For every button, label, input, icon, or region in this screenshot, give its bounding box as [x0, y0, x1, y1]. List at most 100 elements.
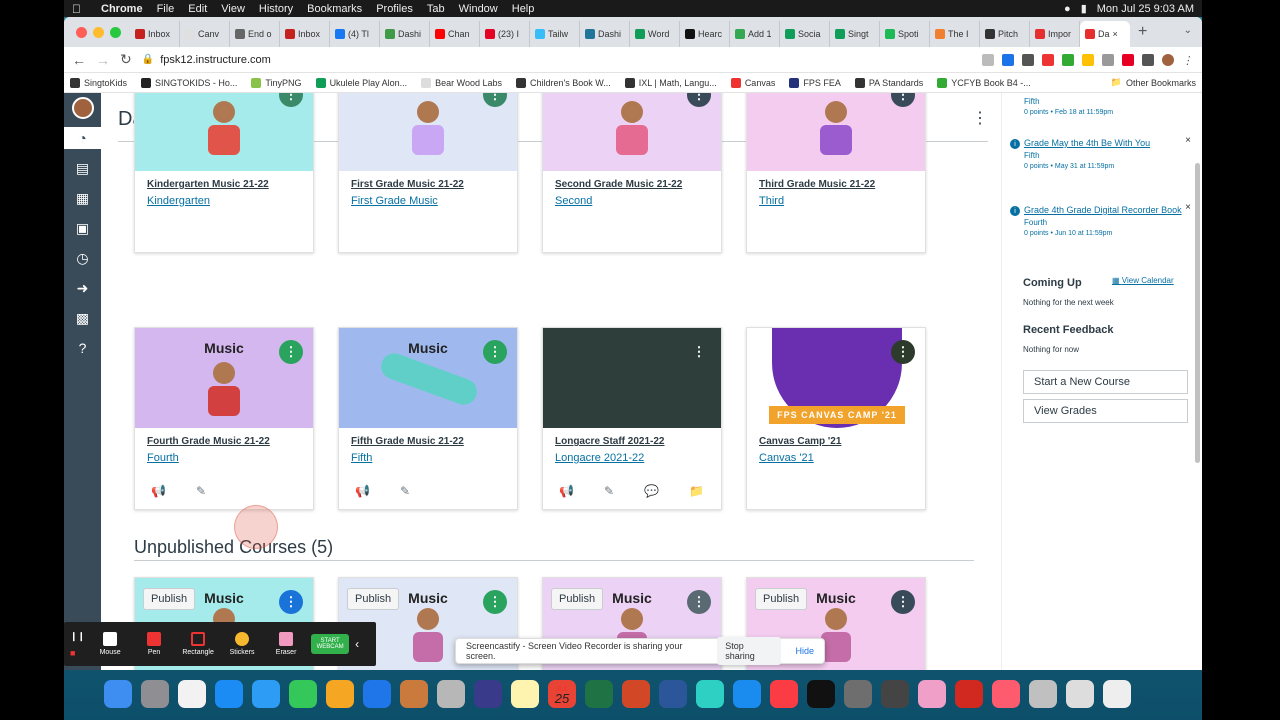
browser-tab[interactable]: Da × — [1080, 21, 1130, 47]
card-options-icon[interactable]: ⋮ — [687, 590, 711, 614]
pause-icon[interactable]: ❙❙ — [70, 631, 85, 642]
lock-icon[interactable]: 🔒 — [142, 54, 154, 65]
dismiss-icon[interactable]: × — [1185, 202, 1191, 213]
dock-app-icon[interactable] — [289, 680, 317, 708]
publish-button[interactable]: Publish — [347, 588, 400, 610]
dock-app-icon[interactable] — [1066, 680, 1094, 708]
dock-app-icon[interactable] — [474, 680, 502, 708]
course-term-link[interactable]: Kindergarten — [147, 195, 210, 207]
browser-tab[interactable]: Hearc — [680, 21, 730, 47]
calendar-icon[interactable]: ▦ — [64, 187, 101, 209]
course-card[interactable]: ⋮ First Grade Music 21-22 First Grade Musi… — [338, 93, 518, 253]
course-card[interactable]: Music ⋮ Fourth Grade Music 21-22 Fourth 📢 ✎ — [134, 327, 314, 510]
course-card[interactable]: ⋮ Second Grade Music 21-22 Second — [542, 93, 722, 253]
dock-app-icon[interactable] — [511, 680, 539, 708]
dock-app-icon[interactable] — [807, 680, 835, 708]
bookmark-item[interactable]: FPS FEA — [789, 77, 841, 88]
history-icon[interactable]: ◷ — [64, 247, 101, 269]
extension-icon[interactable] — [1102, 53, 1114, 66]
browser-tab[interactable]: Singt — [830, 21, 880, 47]
close-window-button[interactable] — [76, 27, 87, 38]
course-card-image[interactable]: FPS CANVAS CAMP '21 ⋮ — [747, 328, 925, 428]
stop-sharing-button[interactable]: Stop sharing — [717, 637, 782, 665]
course-term-link[interactable]: Third — [759, 195, 784, 207]
publish-button[interactable]: Publish — [755, 588, 808, 610]
bookmark-item[interactable]: SINGTOKIDS - Ho... — [141, 77, 237, 88]
card-options-icon[interactable]: ⋮ — [483, 340, 507, 364]
stickers-tool[interactable]: Stickers — [223, 632, 261, 656]
extension-icon[interactable] — [1042, 53, 1054, 66]
todo-item[interactable]: i × Grade May the 4th Be With You Fifth … — [1010, 135, 1191, 170]
course-name-link[interactable]: First Grade Music 21-22 — [351, 179, 464, 190]
browser-tab[interactable]: Inbox — [130, 21, 180, 47]
dock-app-icon[interactable] — [659, 680, 687, 708]
courses-icon[interactable]: ▤ — [64, 157, 101, 179]
browser-tab[interactable]: End o — [230, 21, 280, 47]
course-card-image[interactable]: Music ⋮ — [135, 328, 313, 428]
extension-icon[interactable] — [1122, 53, 1134, 66]
collapse-icon[interactable]: ‹ — [355, 637, 359, 651]
forward-icon[interactable]: → — [96, 52, 110, 68]
dock-app-icon[interactable] — [400, 680, 428, 708]
dock-app-icon[interactable] — [326, 680, 354, 708]
bookmark-item[interactable]: Children's Book W... — [516, 77, 611, 88]
tab-search-icon[interactable]: ⌄ — [1184, 25, 1192, 36]
extension-icon[interactable] — [1062, 53, 1074, 66]
minimize-window-button[interactable] — [93, 27, 104, 38]
card-options-icon[interactable]: ⋮ — [891, 590, 915, 614]
assignments-icon[interactable]: ✎ — [604, 484, 614, 498]
reload-icon[interactable]: ↻ — [120, 51, 132, 68]
bookmark-item[interactable]: YCFYB Book B4 -... — [937, 77, 1031, 88]
menu-view[interactable]: View — [221, 3, 245, 15]
dock-app-icon[interactable] — [696, 680, 724, 708]
files-icon[interactable]: 📁 — [689, 484, 704, 498]
menu-help[interactable]: Help — [512, 3, 535, 15]
dock-app-icon[interactable] — [955, 680, 983, 708]
bookmark-item[interactable]: SingtoKids — [70, 77, 127, 88]
wifi-icon[interactable]: ● — [1064, 3, 1071, 15]
browser-tab[interactable]: Socia — [780, 21, 830, 47]
course-card-image[interactable]: ⋮ — [747, 93, 925, 171]
browser-tab[interactable]: The I — [930, 21, 980, 47]
course-name-link[interactable]: Fifth Grade Music 21-22 — [351, 436, 464, 447]
card-options-icon[interactable]: ⋮ — [687, 93, 711, 107]
card-options-icon[interactable]: ⋮ — [279, 340, 303, 364]
bookmark-item[interactable]: PA Standards — [854, 77, 923, 88]
inbox-icon[interactable]: ▣ — [64, 217, 101, 239]
todo-item[interactable]: Fifth 0 points • Feb 18 at 11:59pm — [1024, 95, 1189, 116]
dock-app-icon[interactable] — [1103, 680, 1131, 708]
course-card[interactable]: Music ⋮ Fifth Grade Music 21-22 Fifth 📢 ✎ — [338, 327, 518, 510]
assignments-icon[interactable]: ✎ — [400, 484, 410, 498]
course-card[interactable]: FPS CANVAS CAMP '21 ⋮ Canvas Camp '21 Canva… — [746, 327, 926, 510]
announcements-icon[interactable]: 📢 — [151, 484, 166, 498]
course-term-link[interactable]: First Grade Music — [351, 195, 438, 207]
announcements-icon[interactable]: 📢 — [355, 484, 370, 498]
course-term-link[interactable]: Fourth — [147, 452, 179, 464]
assignments-icon[interactable]: ✎ — [196, 484, 206, 498]
course-card-image[interactable]: ⋮ — [339, 93, 517, 171]
todo-item[interactable]: i × Grade 4th Grade Digital Recorder Boo… — [1010, 202, 1191, 237]
dock-app-icon[interactable] — [252, 680, 280, 708]
bookmark-item[interactable]: IXL | Math, Langu... — [624, 77, 717, 88]
browser-tab[interactable]: Canv — [180, 21, 230, 47]
discussions-icon[interactable]: 💬 — [644, 484, 659, 498]
dock-app-icon[interactable] — [178, 680, 206, 708]
publish-button[interactable]: Publish — [143, 588, 196, 610]
menu-file[interactable]: File — [157, 3, 175, 15]
card-options-icon[interactable]: ⋮ — [483, 590, 507, 614]
dock-app-icon[interactable] — [844, 680, 872, 708]
browser-tab[interactable]: Add 1 — [730, 21, 780, 47]
eraser-tool[interactable]: Eraser — [267, 632, 305, 656]
address-bar[interactable]: 🔒 fpsk12.instructure.com — [142, 54, 782, 66]
zoom-window-button[interactable] — [110, 27, 121, 38]
mouse-tool[interactable]: Mouse — [91, 632, 129, 656]
menu-bookmarks[interactable]: Bookmarks — [307, 3, 362, 15]
card-options-icon[interactable]: ⋮ — [891, 340, 915, 364]
dock-app-icon[interactable] — [733, 680, 761, 708]
browser-tab[interactable]: Inbox — [280, 21, 330, 47]
dock-app-icon[interactable] — [992, 680, 1020, 708]
share-icon[interactable] — [982, 53, 994, 66]
clock[interactable]: Mon Jul 25 9:03 AM — [1097, 3, 1194, 15]
dock-app-icon[interactable] — [363, 680, 391, 708]
puzzle-icon[interactable] — [1142, 53, 1154, 66]
